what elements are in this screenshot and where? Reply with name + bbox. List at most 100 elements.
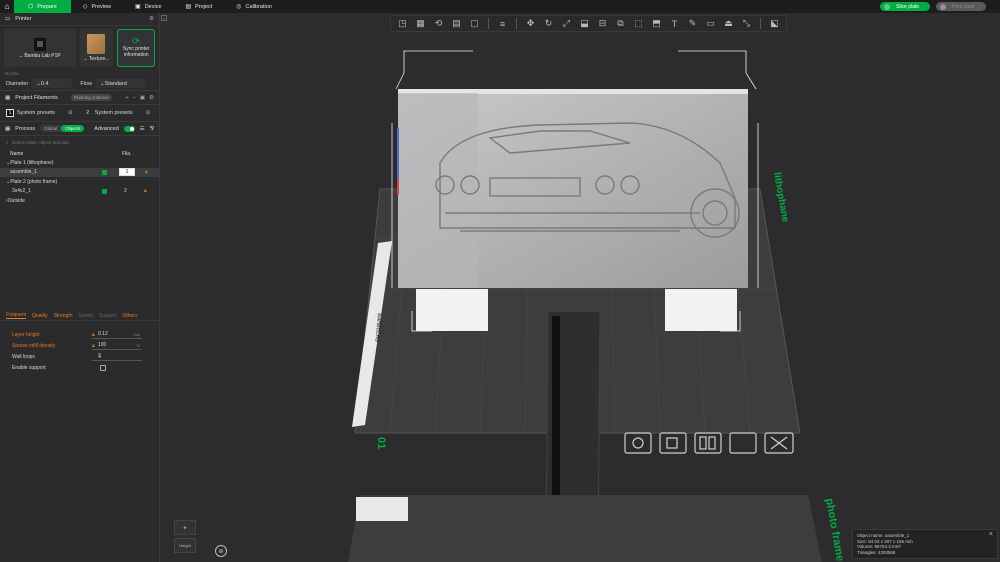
tab-quality[interactable]: Quality: [32, 313, 48, 319]
plate-type-card[interactable]: ⌄ Texture...: [79, 29, 114, 67]
sparse-infill-input[interactable]: 100%: [92, 342, 142, 350]
arrange-icon[interactable]: ▤: [449, 17, 464, 30]
tab-preview-label: Preview: [91, 3, 112, 10]
printer-settings-icon[interactable]: ⚙: [149, 16, 154, 22]
diameter-select[interactable]: ⌄ 0.4: [32, 79, 73, 88]
print-plate-button[interactable]: Print plate: [936, 2, 986, 11]
plate-2-name-label[interactable]: photo frame: [823, 497, 846, 562]
column-filament: Fila.: [122, 150, 132, 157]
filament-2-swatch[interactable]: 2: [83, 109, 92, 117]
slice-plate-label: Slice plate: [896, 3, 920, 10]
zoom-fit-icon[interactable]: ⊕: [215, 545, 227, 557]
remove-filament-icon[interactable]: −: [133, 95, 136, 101]
tree-outside[interactable]: › Outside: [0, 196, 159, 206]
process-title: Process: [15, 125, 36, 132]
close-icon[interactable]: ×: [989, 531, 993, 537]
layers-icon[interactable]: ≡: [495, 17, 510, 30]
seam-paint-icon[interactable]: ⬒: [649, 17, 664, 30]
lock-icon[interactable]: 🔒︎: [144, 188, 147, 194]
tree-plate-2[interactable]: ⌄ Plate 2 (photo frame): [0, 177, 159, 187]
project-icon: ▤: [185, 4, 192, 10]
move-icon[interactable]: ✥: [523, 17, 538, 30]
layer-height-input[interactable]: 0.12 mm: [92, 331, 142, 339]
process-list-icon[interactable]: ☰: [140, 126, 145, 132]
explode-icon[interactable]: ⤡: [739, 17, 754, 30]
tab-support[interactable]: Support: [99, 313, 117, 319]
sparse-infill-label: Sparse infill density: [12, 342, 56, 349]
tab-calibration[interactable]: ◎ Calibration: [224, 0, 284, 13]
sync-printer-button[interactable]: ⟳ Sync printer information: [117, 29, 156, 67]
lithophane-foot-right[interactable]: [665, 289, 737, 331]
wall-loops-input[interactable]: 2: [92, 353, 142, 361]
tree-plate-1[interactable]: ⌄ Plate 1 (lithophane): [0, 158, 159, 168]
plate-icon[interactable]: ▢: [467, 17, 482, 30]
tree-object-assemble[interactable]: assemble_1 1 🔒︎: [0, 167, 159, 177]
split-icon[interactable]: ⬕: [767, 17, 782, 30]
enable-support-checkbox[interactable]: [100, 364, 106, 371]
objects-option[interactable]: Objects: [61, 125, 85, 132]
tab-device[interactable]: ▣ Device: [123, 0, 173, 13]
printer-select-card[interactable]: ⌄ Bambu Lab P1P: [4, 29, 76, 67]
printable-checkbox[interactable]: [102, 169, 107, 175]
tab-frequent[interactable]: Frequent: [6, 312, 27, 319]
filaments-section-header: ▦ Project Filaments Flushing volumes + −…: [0, 91, 159, 105]
height-view-button[interactable]: Height: [174, 538, 196, 553]
plate-2-calib-marker: [356, 497, 408, 521]
tab-prepare[interactable]: ⬡ Prepare: [14, 0, 71, 13]
rotate-icon[interactable]: ↻: [541, 17, 556, 30]
add-filament-icon[interactable]: +: [125, 95, 128, 101]
printable-checkbox[interactable]: [102, 188, 107, 194]
lock-icon[interactable]: 🔒︎: [145, 169, 148, 175]
3d-scene[interactable]: BAMBULAB lithophane 01 photo frame: [160, 13, 1000, 562]
param-enable-support: Enable support: [0, 362, 160, 373]
tab-preview[interactable]: ◇ Preview: [71, 0, 123, 13]
text-tool-icon[interactable]: T: [667, 17, 682, 30]
flow-select[interactable]: ⌄ Standard: [95, 79, 146, 88]
lock-plate-icon[interactable]: [659, 432, 687, 454]
object-list-view-icon[interactable]: ⎈: [174, 520, 196, 535]
tree-plate-2-label: Plate 2 (photo frame): [10, 178, 58, 185]
object-info-panel: × Object name: assemble_1 Size: 84.02 x …: [852, 529, 998, 559]
tab-strength[interactable]: Strength: [54, 313, 73, 319]
filament-index-field[interactable]: 1: [119, 168, 135, 177]
slice-plate-button[interactable]: Slice plate: [880, 2, 930, 11]
process-compare-icon[interactable]: ⅋: [150, 126, 154, 132]
plate-type-label: Texture...: [88, 56, 110, 62]
filament-edit-icon[interactable]: ▣: [140, 95, 145, 101]
plate-1-name-label[interactable]: lithophane: [771, 172, 791, 224]
3d-viewport[interactable]: « BAMBULAB lithophane 01 photo frame ◳ ▦…: [160, 13, 1000, 562]
filament-1-edit-icon[interactable]: ⊙: [68, 110, 73, 116]
global-objects-toggle[interactable]: Global Objects: [40, 125, 85, 132]
home-icon[interactable]: ⌂: [0, 0, 14, 13]
tab-speed[interactable]: Speed: [78, 313, 92, 319]
support-paint-icon[interactable]: ⬚: [631, 17, 646, 30]
plate-settings-icon[interactable]: [694, 432, 722, 454]
filament-2-preset[interactable]: System presets: [95, 110, 143, 116]
lithophane-foot-left[interactable]: [416, 289, 488, 331]
object-search-field[interactable]: ⌕ Search plate, object and part: [4, 138, 155, 147]
advanced-toggle[interactable]: [123, 125, 135, 132]
scale-icon[interactable]: ⤢: [559, 17, 574, 30]
boolean-icon[interactable]: ⧉: [613, 17, 628, 30]
build-plate-2[interactable]: [348, 495, 822, 562]
global-option[interactable]: Global: [40, 125, 61, 132]
arrange-plate-icon[interactable]: [624, 432, 652, 454]
auto-orient-icon[interactable]: ⟲: [431, 17, 446, 30]
filament-2-edit-icon[interactable]: ⊙: [146, 110, 151, 116]
tree-object-3x4v2[interactable]: 3x4v2_1 2 🔒︎: [0, 187, 159, 197]
orient-plate-icon[interactable]: [729, 432, 757, 454]
tab-project[interactable]: ▤ Project: [174, 0, 225, 13]
cut-icon[interactable]: ⊟: [595, 17, 610, 30]
color-paint-icon[interactable]: ✎: [685, 17, 700, 30]
filament-index-value[interactable]: 2: [124, 188, 132, 194]
assembly-icon[interactable]: ⏏: [721, 17, 736, 30]
lay-on-face-icon[interactable]: ⬓: [577, 17, 592, 30]
flushing-volumes-button[interactable]: Flushing volumes: [70, 94, 112, 101]
add-object-icon[interactable]: ◳: [395, 17, 410, 30]
filament-1-swatch[interactable]: 1: [6, 109, 14, 117]
filament-settings-icon[interactable]: ⚙: [149, 95, 154, 101]
grid-view-icon[interactable]: ▦: [413, 17, 428, 30]
filament-1-preset[interactable]: System presets: [17, 110, 65, 116]
tab-others[interactable]: Others: [122, 313, 137, 319]
measure-icon[interactable]: ▭: [703, 17, 718, 30]
